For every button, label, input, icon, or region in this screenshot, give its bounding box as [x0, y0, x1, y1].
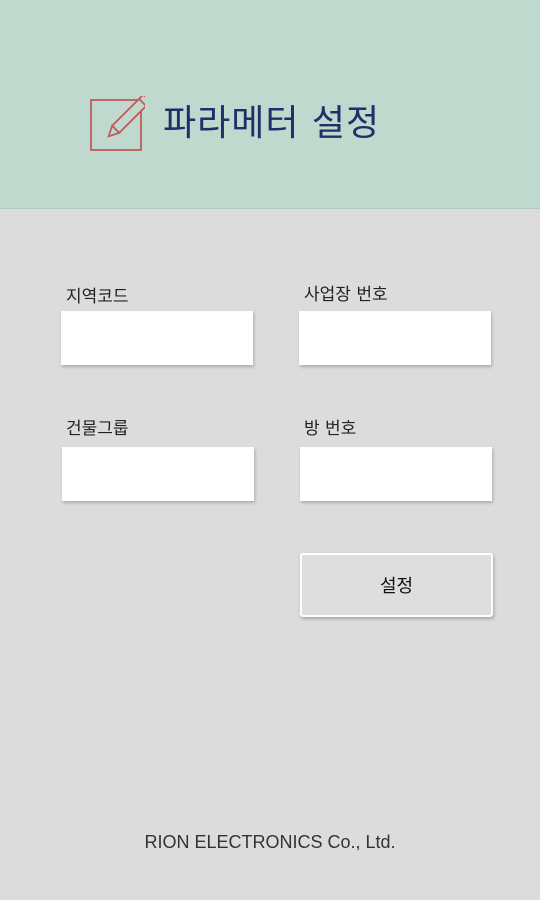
region-code-input[interactable]: [61, 311, 253, 365]
business-number-input[interactable]: [299, 311, 491, 365]
header-bar: 파라메터 설정: [0, 0, 540, 209]
business-number-label: 사업장 번호: [304, 285, 388, 305]
region-code-label: 지역코드: [66, 287, 129, 307]
room-number-label: 방 번호: [304, 419, 357, 439]
room-number-input[interactable]: [300, 447, 492, 501]
company-footer: RION ELECTRONICS Co., Ltd.: [144, 832, 396, 852]
page-title: 파라메터 설정: [163, 103, 381, 144]
building-group-input[interactable]: [62, 447, 254, 501]
edit-pencil-icon: [90, 96, 145, 151]
building-group-label: 건물그룹: [66, 419, 129, 439]
set-button[interactable]: 설정: [300, 553, 493, 617]
